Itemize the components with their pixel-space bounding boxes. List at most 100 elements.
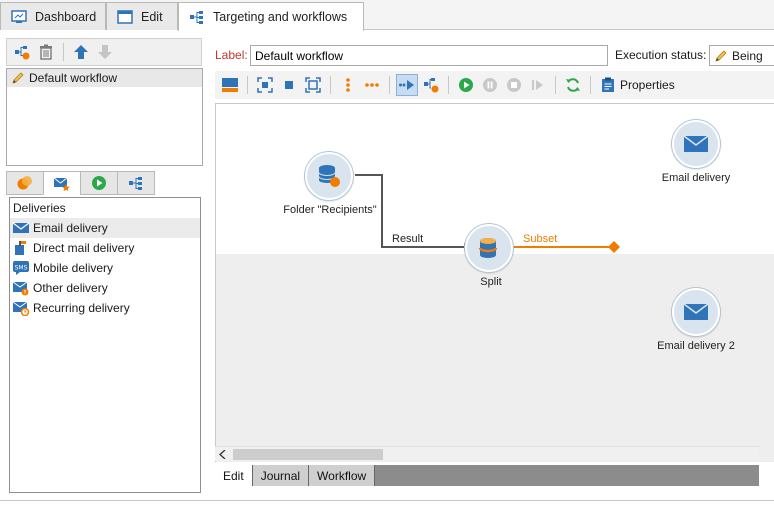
- execution-status-caption: Execution status:: [615, 48, 707, 62]
- email-icon: [683, 135, 709, 152]
- database-icon: [318, 165, 340, 187]
- bottom-tab-journal[interactable]: Journal: [252, 465, 310, 486]
- fit-to-window-button[interactable]: [254, 74, 276, 96]
- move-up-button[interactable]: [70, 41, 92, 63]
- activity-label: Folder "Recipients": [283, 204, 377, 216]
- move-down-button[interactable]: [94, 41, 116, 63]
- workflow-list-item[interactable]: Default workflow: [7, 69, 202, 87]
- tab-edit[interactable]: Edit: [106, 2, 178, 30]
- properties-button[interactable]: Properties: [597, 77, 679, 93]
- palette-item-label: Direct mail delivery: [33, 241, 135, 255]
- scroll-left-icon[interactable]: [219, 450, 227, 459]
- arrow-down-icon: [98, 45, 112, 59]
- activity-email-delivery-2[interactable]: [672, 288, 720, 336]
- activity-folder-recipients[interactable]: [305, 152, 353, 200]
- activity-email-delivery[interactable]: [672, 120, 720, 168]
- edit-window-icon: [117, 9, 133, 24]
- toolbar-separator: [590, 76, 591, 94]
- palette-header: Deliveries: [13, 201, 66, 215]
- palette-tab-flow-control[interactable]: [80, 171, 118, 195]
- stop-icon: [507, 78, 521, 92]
- step-icon: [532, 80, 543, 90]
- split-icon: [478, 238, 498, 258]
- fit-window-icon: [257, 77, 273, 93]
- palette-item-label: Recurring delivery: [33, 301, 130, 315]
- canvas-horizontal-scrollbar[interactable]: [215, 446, 759, 461]
- label-input[interactable]: [250, 45, 608, 66]
- pencil-icon: [715, 49, 727, 62]
- new-workflow-icon: [15, 46, 30, 60]
- workflow-icon: [190, 11, 203, 24]
- vertical-layout-button[interactable]: [337, 74, 359, 96]
- palette-tabs: [6, 171, 155, 195]
- targeting-icon: [17, 176, 32, 190]
- scrollbar-thumb[interactable]: [233, 449, 383, 460]
- palette-item-mobile[interactable]: SMS Mobile delivery: [10, 258, 200, 278]
- execution-status-field[interactable]: Being: [709, 45, 774, 66]
- palette-item-recurring-delivery[interactable]: Recurring delivery: [10, 298, 200, 318]
- new-workflow-button[interactable]: [11, 41, 33, 63]
- pencil-icon: [12, 72, 24, 84]
- step-button[interactable]: [527, 74, 549, 96]
- deliveries-icon: [53, 177, 70, 191]
- recurring-delivery-icon: [12, 301, 30, 316]
- pause-icon: [483, 78, 497, 92]
- bottom-tab-edit[interactable]: Edit: [215, 465, 253, 486]
- editor-bottom-tabs: Edit Journal Workflow: [215, 465, 759, 486]
- palette-tab-targeting[interactable]: [6, 171, 44, 195]
- transition-subset-end-diamond[interactable]: [608, 241, 620, 253]
- transition-mode-button[interactable]: [396, 74, 418, 96]
- tab-targeting-label: Targeting and workflows: [213, 10, 348, 24]
- horizontal-layout-button[interactable]: [361, 74, 383, 96]
- activity-label: Split: [480, 276, 502, 288]
- palette-item-direct-mail[interactable]: Direct mail delivery: [10, 238, 200, 258]
- layout-button[interactable]: [219, 74, 241, 96]
- actual-size-button[interactable]: [278, 74, 300, 96]
- toolbar-separator: [247, 76, 248, 94]
- refresh-button[interactable]: [562, 74, 584, 96]
- tab-dashboard[interactable]: Dashboard: [0, 2, 106, 30]
- dashboard-icon: [11, 9, 27, 23]
- activity-palette: Deliveries Email delivery Direct mail de…: [9, 197, 201, 493]
- transition-result-label: Result: [392, 233, 424, 245]
- start-button[interactable]: [455, 74, 477, 96]
- activity-split[interactable]: [465, 224, 513, 272]
- toolbar-separator: [555, 76, 556, 94]
- layout-icon: [222, 78, 238, 92]
- palette-tab-actions[interactable]: [117, 171, 155, 195]
- activity-label: Email delivery: [661, 172, 731, 184]
- palette-item-label: Other delivery: [33, 281, 108, 295]
- palette-item-other-delivery[interactable]: Other delivery: [10, 278, 200, 298]
- transition-subset-label: Subset: [523, 233, 558, 245]
- toolbar-separator: [63, 43, 64, 61]
- toolbar-separator: [448, 76, 449, 94]
- zoom-fit-button[interactable]: [302, 74, 324, 96]
- clipboard-icon: [602, 77, 614, 92]
- activity-label: Email delivery 2: [657, 340, 735, 352]
- pause-button[interactable]: [479, 74, 501, 96]
- tab-dashboard-label: Dashboard: [35, 9, 97, 24]
- refresh-icon: [566, 78, 580, 92]
- other-delivery-icon: [12, 281, 29, 296]
- workflow-toolbar: Properties: [215, 71, 774, 99]
- zoom-frame-icon: [305, 77, 321, 93]
- tab-edit-label: Edit: [141, 9, 163, 24]
- email-icon: [12, 222, 30, 233]
- tab-targeting-workflows[interactable]: Targeting and workflows: [178, 2, 364, 31]
- label-caption: Label:: [215, 48, 248, 62]
- svg-text:SMS: SMS: [15, 265, 28, 272]
- arrow-up-icon: [74, 45, 88, 59]
- delete-button[interactable]: [35, 41, 57, 63]
- stop-button[interactable]: [503, 74, 525, 96]
- palette-item-label: Mobile delivery: [33, 261, 114, 275]
- workflow-properties-button[interactable]: [420, 74, 442, 96]
- workflow-canvas[interactable]: Result Subset Folder "Recipients" Split …: [215, 103, 774, 462]
- palette-item-email-delivery[interactable]: Email delivery: [10, 218, 200, 238]
- play-icon: [459, 78, 473, 92]
- bottom-tab-workflow[interactable]: Workflow: [309, 465, 376, 486]
- palette-tab-deliveries[interactable]: [43, 171, 81, 195]
- workflow-list: Default workflow: [6, 68, 203, 166]
- workflow-actions-icon: [129, 177, 142, 190]
- email-icon: [683, 303, 709, 320]
- palette-item-label: Email delivery: [33, 221, 108, 235]
